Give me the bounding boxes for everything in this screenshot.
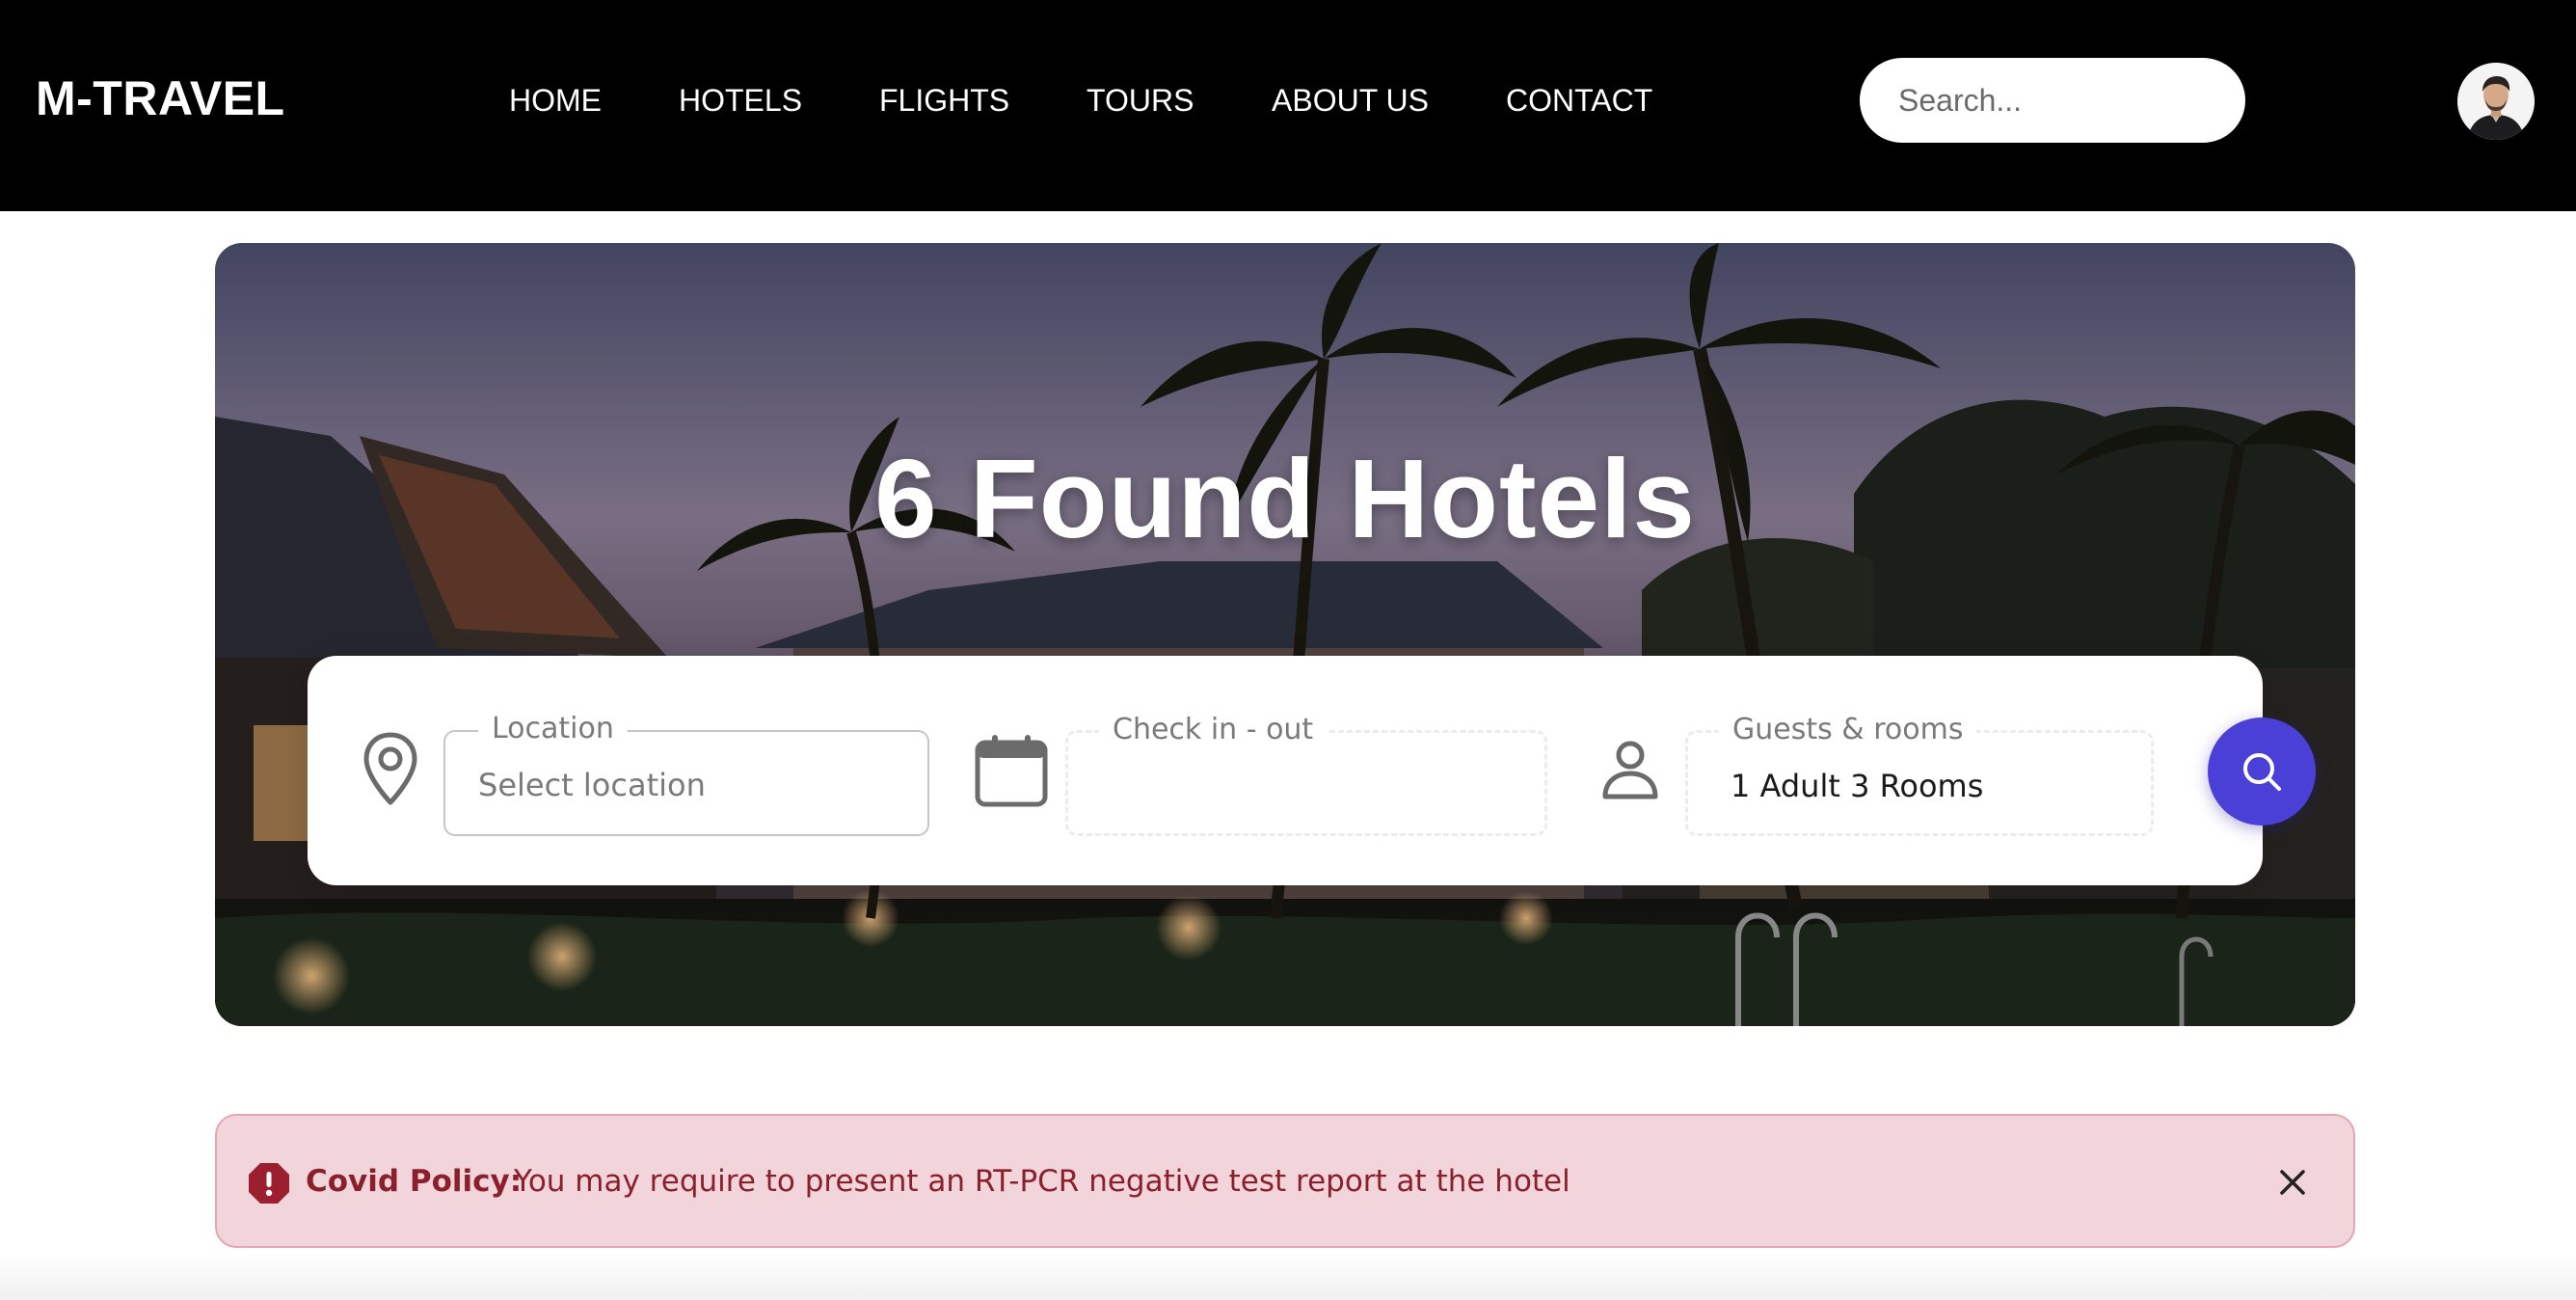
person-icon — [1602, 741, 1658, 799]
calendar-icon — [975, 735, 1048, 807]
results-heading: 6 Found Hotels — [874, 436, 1696, 561]
exclamation-icon — [249, 1163, 289, 1204]
search-button[interactable] — [2208, 718, 2316, 826]
nav-link-hotels[interactable]: HOTELS — [679, 77, 802, 123]
alert-label: Covid Policy: — [306, 1164, 523, 1199]
search-icon — [2243, 753, 2281, 791]
navbar: M-TRAVEL HOME HOTELS FLIGHTS TOURS ABOUT… — [0, 0, 2576, 211]
location-label: Location — [478, 709, 628, 749]
hero-banner: 6 Found Hotels — [215, 243, 2355, 1026]
user-avatar-image — [2457, 63, 2535, 140]
close-icon — [2280, 1170, 2305, 1195]
guests-rooms-field[interactable]: Guests & rooms — [1685, 710, 2155, 836]
location-input[interactable] — [478, 763, 902, 807]
checkin-checkout-field[interactable]: Check in - out — [1065, 710, 1547, 836]
nav-search-input[interactable] — [1860, 58, 2245, 143]
map-pin-icon — [363, 732, 417, 805]
nav-link-tours[interactable]: TOURS — [1087, 77, 1194, 123]
content-fade — [0, 1254, 2576, 1300]
checkin-checkout-label: Check in - out — [1099, 710, 1328, 750]
guests-rooms-input[interactable] — [1731, 764, 2155, 808]
covid-policy-alert: Covid Policy: You may require to present… — [215, 1114, 2355, 1248]
user-avatar[interactable] — [2457, 63, 2535, 140]
alert-close-button[interactable] — [2270, 1160, 2315, 1205]
hero-background-image — [215, 243, 2355, 1026]
checkin-checkout-input[interactable] — [1101, 764, 1525, 808]
alert-message: You may require to present an RT-PCR neg… — [514, 1164, 1570, 1199]
guests-rooms-label: Guests & rooms — [1719, 710, 1977, 750]
nav-link-home[interactable]: HOME — [509, 77, 602, 123]
nav-link-contact[interactable]: CONTACT — [1506, 77, 1652, 123]
nav-link-flights[interactable]: FLIGHTS — [879, 77, 1009, 123]
nav-link-about-us[interactable]: ABOUT US — [1272, 77, 1429, 123]
location-field[interactable]: Location — [443, 709, 929, 836]
booking-search-panel: Location Check in - out Guests & rooms — [308, 656, 2263, 885]
brand-logo[interactable]: M-TRAVEL — [36, 68, 285, 129]
